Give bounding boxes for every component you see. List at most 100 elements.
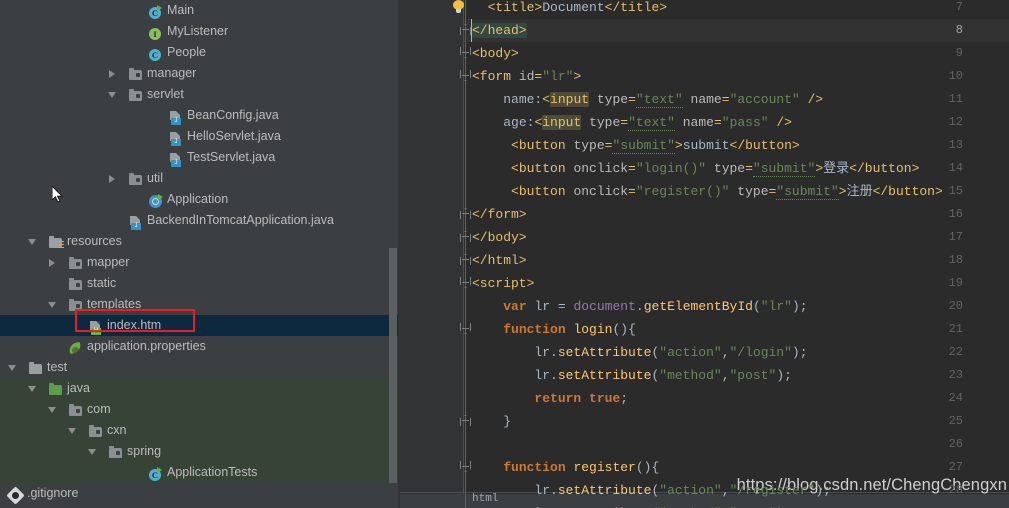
tree-item-beanconfig[interactable]: J BeanConfig.java xyxy=(0,105,398,126)
fold-end-icon[interactable] xyxy=(460,203,471,226)
line-number: 11 xyxy=(948,92,963,106)
folder-icon xyxy=(68,402,83,417)
fold-end-icon[interactable] xyxy=(460,410,471,433)
code-line-19[interactable]: <script> xyxy=(472,272,534,295)
mouse-cursor xyxy=(52,186,64,203)
line-number: 24 xyxy=(948,391,963,405)
tree-item-label: TestServlet.java xyxy=(187,150,276,164)
tree-item-testservlet[interactable]: J TestServlet.java xyxy=(0,147,398,168)
chevron-right-icon[interactable] xyxy=(48,252,59,273)
code-line-21[interactable]: function login(){ xyxy=(472,318,636,341)
tree-scrollbar[interactable] xyxy=(389,248,397,483)
java-file-icon: J xyxy=(168,108,183,125)
tree-item-helloservlet[interactable]: J HelloServlet.java xyxy=(0,126,398,147)
editor-gutter[interactable] xyxy=(400,0,464,508)
code-line-13[interactable]: <button type="submit">submit</button> xyxy=(472,134,800,157)
tree-item-resources[interactable]: resources xyxy=(0,231,398,252)
chevron-right-icon[interactable] xyxy=(108,168,119,189)
line-number: 18 xyxy=(948,253,963,267)
fold-start-icon[interactable] xyxy=(460,42,471,65)
code-line-24[interactable]: return true; xyxy=(472,387,628,410)
chevron-down-icon[interactable] xyxy=(48,399,59,420)
code-line-22[interactable]: lr.setAttribute("action","/login"); xyxy=(472,341,807,364)
tree-item-people[interactable]: C People xyxy=(0,42,398,63)
chevron-down-icon[interactable] xyxy=(28,378,39,399)
tree-item-static[interactable]: static xyxy=(0,273,398,294)
tree-item-templates[interactable]: templates xyxy=(0,294,398,315)
java-file-icon: J xyxy=(168,129,183,146)
tree-item-applicationproperties[interactable]: application.properties xyxy=(0,336,398,357)
fold-start-icon[interactable] xyxy=(460,272,471,295)
code-line-7[interactable]: <title>Document</title> xyxy=(472,0,667,19)
folder-icon xyxy=(128,66,143,81)
chevron-down-icon[interactable] xyxy=(88,441,99,462)
code-line-14[interactable]: <button onclick="login()" type="submit">… xyxy=(472,157,919,180)
line-number: 10 xyxy=(948,69,963,83)
chevron-right-icon[interactable] xyxy=(108,63,119,84)
tree-item-gitignore[interactable]: .gitignore xyxy=(0,483,398,505)
fold-start-icon[interactable] xyxy=(460,65,471,88)
fold-end-icon[interactable] xyxy=(460,19,471,42)
code-line-8[interactable]: </head> xyxy=(472,19,527,42)
fold-end-icon[interactable] xyxy=(460,226,471,249)
tree-item-main[interactable]: C Main xyxy=(0,0,398,21)
chevron-down-icon[interactable] xyxy=(48,294,59,315)
code-line-11[interactable]: name:<input type="text" name="account" /… xyxy=(472,88,823,111)
tree-item-java[interactable]: java xyxy=(0,378,398,399)
interface-icon: I xyxy=(148,24,163,40)
tree-item-backendintomcat[interactable]: J BackendInTomcatApplication.java xyxy=(0,210,398,231)
spring-leaf-icon xyxy=(68,339,83,355)
chevron-down-icon[interactable] xyxy=(108,84,119,105)
code-line-20[interactable]: var lr = document.getElementById("lr"); xyxy=(472,295,807,318)
project-tree-panel[interactable]: C Main I MyListener C People manager servlet J Be… xyxy=(0,0,398,508)
code-line-15[interactable]: <button onclick="register()" type="submi… xyxy=(472,180,943,203)
code-line-16[interactable]: </form> xyxy=(472,203,527,226)
tree-item-label: java xyxy=(67,381,90,395)
chevron-down-icon[interactable] xyxy=(68,420,79,441)
tree-item-label: application.properties xyxy=(87,339,206,353)
lightbulb-icon[interactable] xyxy=(452,0,465,14)
code-line-12[interactable]: age:<input type="text" name="pass" /> xyxy=(472,111,792,134)
line-number: 28 xyxy=(948,483,963,497)
tree-item-com[interactable]: com xyxy=(0,399,398,420)
code-line-27[interactable]: function register(){ xyxy=(472,456,659,479)
code-line-9[interactable]: <body> xyxy=(472,42,519,65)
tree-item-indexhtm[interactable]: Hindex.htm xyxy=(0,315,398,336)
tree-item-mylistener[interactable]: I MyListener xyxy=(0,21,398,42)
line-number: 17 xyxy=(948,230,963,244)
fold-end-icon[interactable] xyxy=(460,249,471,272)
tree-item-test[interactable]: test xyxy=(0,357,398,378)
fold-start-icon[interactable] xyxy=(460,318,471,341)
tree-item-mapper[interactable]: mapper xyxy=(0,252,398,273)
tree-item-label: People xyxy=(167,45,206,59)
line-number: 12 xyxy=(948,115,963,129)
code-line-18[interactable]: </html> xyxy=(472,249,527,272)
line-number: 25 xyxy=(948,414,963,428)
tree-item-cxn[interactable]: cxn xyxy=(0,420,398,441)
fold-guide xyxy=(460,180,471,203)
code-line-23[interactable]: lr.setAttribute("method","post"); xyxy=(472,364,792,387)
chevron-down-icon[interactable] xyxy=(8,357,19,378)
tree-item-servlet[interactable]: servlet xyxy=(0,84,398,105)
fold-start-icon[interactable] xyxy=(460,456,471,479)
code-line-25[interactable]: } xyxy=(472,410,511,433)
tree-item-label: util xyxy=(147,171,163,185)
chevron-down-icon[interactable] xyxy=(28,231,39,252)
tree-item-spring[interactable]: spring xyxy=(0,441,398,462)
code-line-10[interactable]: <form id="lr"> xyxy=(472,65,581,88)
resources-folder-icon xyxy=(48,234,64,249)
line-number: 20 xyxy=(948,299,963,313)
code-editor[interactable]: html https://blog.csdn.net/ChengChengxn … xyxy=(400,0,1009,508)
tree-item-label: .gitignore xyxy=(27,486,79,500)
tree-item-label: static xyxy=(87,276,117,290)
code-line-17[interactable]: </body> xyxy=(472,226,527,249)
fold-guide xyxy=(460,387,471,410)
fold-guide xyxy=(460,364,471,387)
tree-item-manager[interactable]: manager xyxy=(0,63,398,84)
line-number: 13 xyxy=(948,138,963,152)
tree-item-applicationtests[interactable]: C ApplicationTests xyxy=(0,462,398,483)
code-line-28[interactable]: lr.setAttribute("action","/register"); xyxy=(472,479,831,502)
code-line-29[interactable]: lr.setAttribute("method","post"); xyxy=(472,502,792,508)
folder-icon xyxy=(68,255,83,270)
tree-item-partial[interactable]: J xyxy=(0,504,398,508)
